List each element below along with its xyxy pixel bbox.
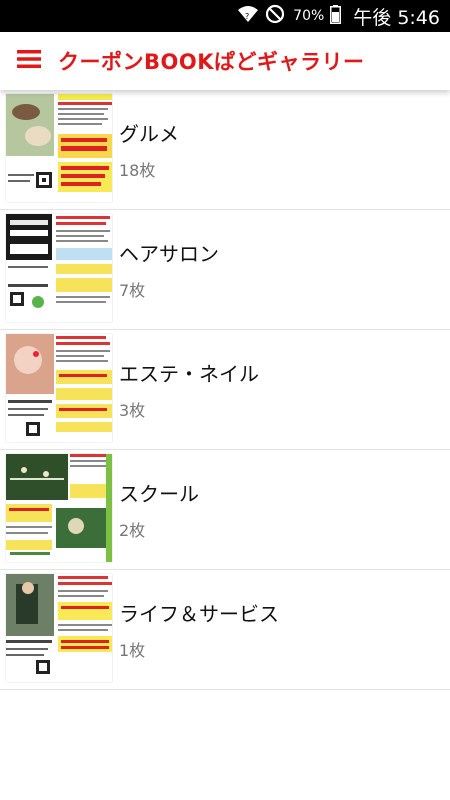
status-bar: ? 70% 午後 5:46 bbox=[0, 0, 450, 32]
coupon-thumbnail bbox=[6, 334, 112, 442]
category-text: スクール 2枚 bbox=[119, 478, 199, 541]
app-bar: クーポンBOOKぱどギャラリー bbox=[0, 32, 450, 90]
coupon-thumbnail bbox=[6, 454, 112, 562]
wifi-icon: ? bbox=[237, 5, 259, 27]
coupon-thumbnail bbox=[6, 214, 112, 322]
menu-button[interactable] bbox=[0, 32, 58, 90]
coupon-count: 7枚 bbox=[119, 281, 146, 300]
category-row-life-service[interactable]: ライフ＆サービス 1枚 bbox=[0, 570, 450, 690]
category-name: スクール bbox=[119, 482, 199, 506]
coupon-thumbnail bbox=[6, 94, 112, 202]
status-clock: 午後 5:46 bbox=[353, 6, 440, 29]
battery-icon bbox=[330, 4, 342, 28]
battery-percent: 70% bbox=[293, 8, 325, 24]
hamburger-menu-icon bbox=[17, 49, 41, 73]
coupon-count: 3枚 bbox=[119, 401, 146, 420]
category-text: エステ・ネイル 3枚 bbox=[119, 358, 259, 421]
coupon-count: 1枚 bbox=[119, 641, 146, 660]
do-not-disturb-icon bbox=[265, 4, 285, 28]
coupon-count: 2枚 bbox=[119, 521, 146, 540]
category-text: ライフ＆サービス 1枚 bbox=[119, 598, 279, 661]
svg-text:?: ? bbox=[245, 12, 249, 21]
category-row-esthetic-nail[interactable]: エステ・ネイル 3枚 bbox=[0, 330, 450, 450]
page-title: クーポンBOOKぱどギャラリー bbox=[58, 50, 365, 74]
category-row-gourmet[interactable]: グルメ 18枚 bbox=[0, 90, 450, 210]
coupon-thumbnail bbox=[6, 574, 112, 682]
category-text: ヘアサロン 7枚 bbox=[119, 238, 219, 301]
category-name: エステ・ネイル bbox=[119, 362, 259, 386]
category-row-school[interactable]: スクール 2枚 bbox=[0, 450, 450, 570]
category-name: ヘアサロン bbox=[119, 242, 219, 266]
coupon-count: 18枚 bbox=[119, 161, 156, 180]
category-name: グルメ bbox=[119, 122, 179, 146]
category-name: ライフ＆サービス bbox=[119, 602, 279, 626]
category-list: グルメ 18枚 ヘアサロン 7枚 エステ・ネイル 3枚 スクール 2枚 ライフ＆… bbox=[0, 90, 450, 690]
category-row-hair-salon[interactable]: ヘアサロン 7枚 bbox=[0, 210, 450, 330]
category-text: グルメ 18枚 bbox=[119, 118, 179, 181]
